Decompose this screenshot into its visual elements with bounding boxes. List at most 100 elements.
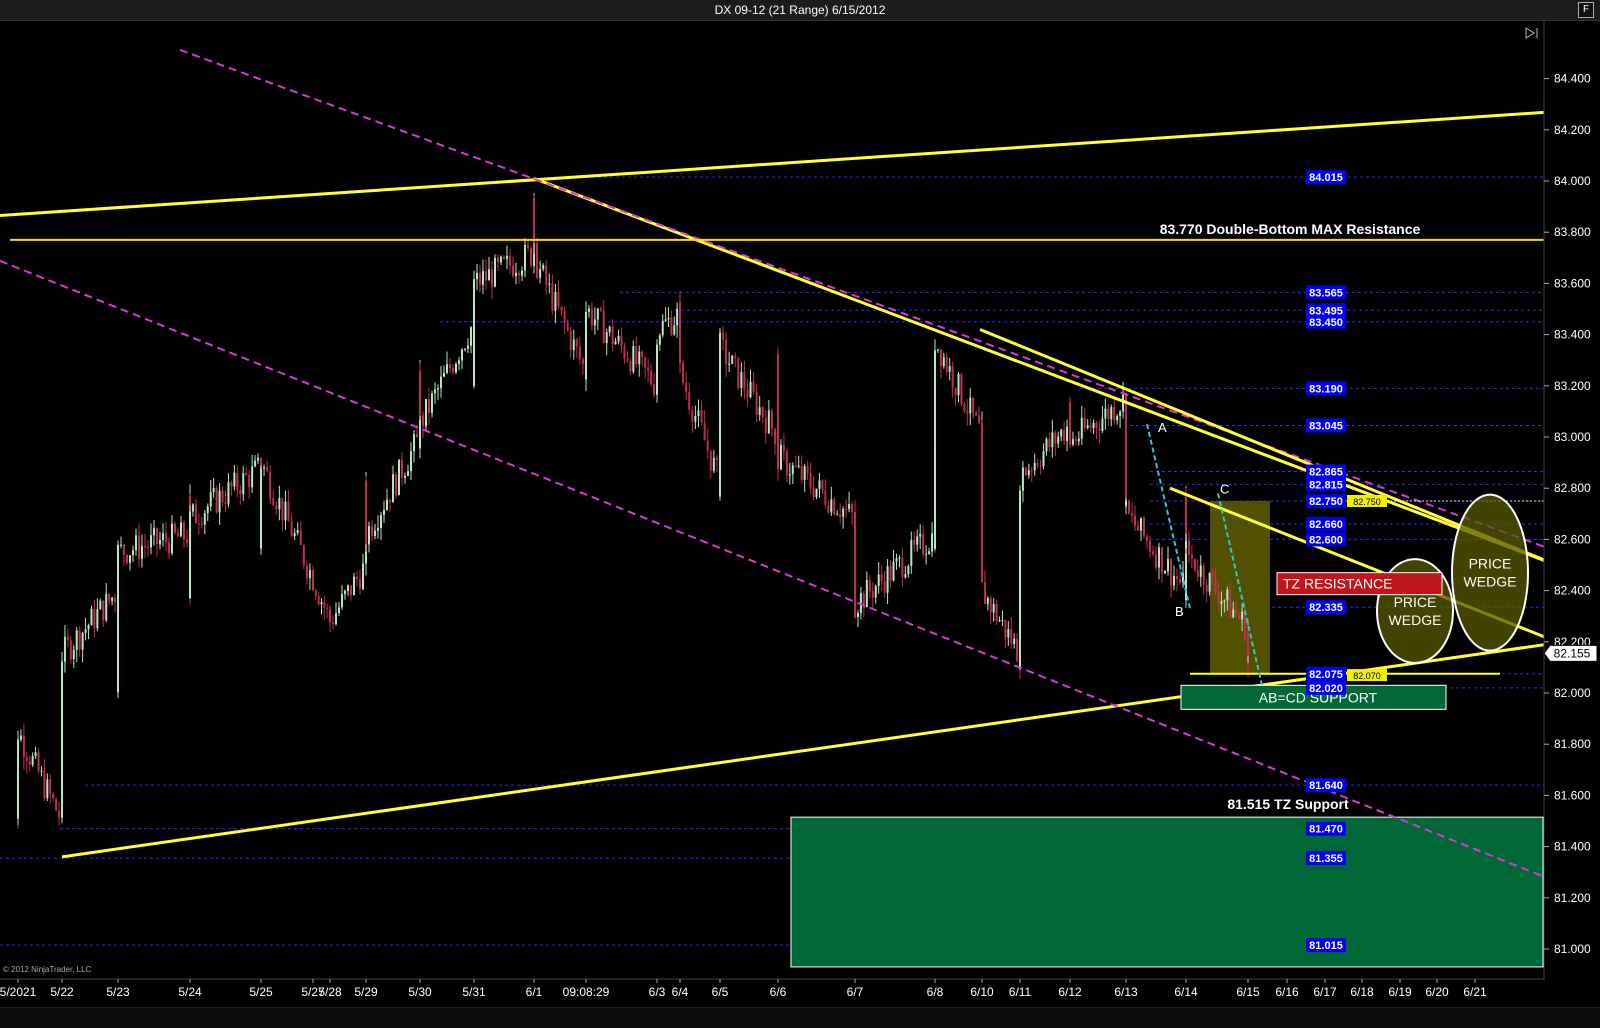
- candle-body: [928, 551, 931, 554]
- y-tick-label: 81.800: [1554, 737, 1591, 751]
- candle-body: [1074, 439, 1077, 442]
- candle-body: [63, 636, 66, 662]
- candle-body: [951, 365, 954, 389]
- pattern-point-b: B: [1175, 604, 1184, 619]
- candle-body: [22, 735, 25, 758]
- candle-body: [473, 341, 475, 387]
- candle-body: [682, 363, 685, 383]
- candle-body: [132, 550, 134, 556]
- candle-body: [43, 770, 46, 799]
- candle-body: [981, 503, 983, 583]
- candle-body: [563, 310, 566, 324]
- y-tick-label: 84.200: [1554, 123, 1591, 137]
- candle-body: [758, 407, 761, 415]
- candle-body: [281, 498, 284, 521]
- candle-body: [129, 555, 131, 563]
- y-tick-label: 81.200: [1554, 891, 1591, 905]
- x-tick-label: 6/11: [1009, 985, 1032, 999]
- candle-body: [764, 417, 767, 434]
- candle-body: [215, 488, 218, 513]
- candle-body: [827, 505, 830, 513]
- small-price-tag-text: 82.750: [1353, 497, 1381, 507]
- x-tick-label: 09:08:29: [563, 985, 610, 999]
- candle-body: [437, 388, 439, 390]
- candle-body: [449, 364, 451, 369]
- candle-body: [1244, 611, 1247, 640]
- candle-body: [995, 603, 998, 622]
- candle-body: [1092, 422, 1095, 428]
- candle-body: [812, 487, 815, 498]
- candle-body: [81, 632, 84, 650]
- y-tick-label: 81.400: [1554, 840, 1591, 854]
- candle-body: [1051, 432, 1054, 448]
- candle-body: [512, 265, 514, 276]
- candle-body: [55, 798, 58, 811]
- candle-body: [58, 810, 61, 818]
- candle-body: [602, 310, 605, 344]
- candle-body: [856, 612, 859, 618]
- skip-forward-icon[interactable]: [1525, 27, 1538, 39]
- candle-body: [17, 739, 19, 769]
- candle-body: [542, 265, 545, 269]
- candle-body: [1060, 429, 1063, 437]
- candle-body: [676, 308, 679, 326]
- candle-body: [1158, 547, 1160, 568]
- candle-body: [851, 504, 854, 512]
- y-tick-label: 82.000: [1554, 686, 1591, 700]
- price-level-text: 82.075: [1309, 669, 1343, 681]
- candle-body: [590, 308, 593, 326]
- candle-body: [338, 607, 340, 614]
- candle-body: [839, 514, 842, 517]
- candle-body: [664, 319, 667, 321]
- candle-body: [815, 488, 818, 498]
- x-tick-label: 5/28: [318, 985, 342, 999]
- candle-body: [998, 620, 1001, 622]
- candle-body: [963, 404, 966, 412]
- price-level-text: 82.020: [1309, 683, 1343, 695]
- pattern-point-a: A: [1158, 420, 1167, 435]
- last-price-text: 82.155: [1554, 646, 1591, 660]
- candle-body: [491, 269, 493, 287]
- candle-body: [1167, 559, 1169, 572]
- x-tick-label: 6/15: [1236, 985, 1260, 999]
- candle-body: [96, 609, 99, 629]
- candle-body: [734, 355, 737, 358]
- candle-body: [17, 768, 19, 819]
- candle-body: [694, 416, 697, 422]
- candle-body: [653, 384, 656, 395]
- candle-body: [1235, 609, 1238, 615]
- candle-body: [329, 608, 331, 623]
- float-button[interactable]: F: [1578, 2, 1594, 18]
- price-level-text: 81.470: [1309, 824, 1343, 836]
- candle-body: [942, 357, 945, 367]
- candle-body: [746, 389, 749, 398]
- price-chart[interactable]: ABCD 83.770 Double-Bottom MAX Resistance…: [0, 20, 1600, 1007]
- candle-body: [356, 576, 358, 580]
- candle-body: [452, 368, 454, 373]
- y-tick-label: 84.400: [1554, 72, 1591, 86]
- candle-body: [527, 244, 529, 248]
- x-tick-label: 6/13: [1114, 985, 1138, 999]
- candle-body: [992, 603, 995, 613]
- candle-body: [1152, 551, 1154, 555]
- price-level-text: 82.335: [1309, 602, 1343, 614]
- candle-body: [467, 345, 469, 349]
- candle-body: [854, 599, 856, 618]
- candle-body: [806, 466, 809, 474]
- y-tick-label: 83.200: [1554, 379, 1591, 393]
- candle-body: [341, 593, 343, 608]
- candle-body: [221, 490, 224, 503]
- candle-body: [1027, 470, 1030, 476]
- candle-body: [1071, 439, 1074, 445]
- plot-area: ABCD 83.770 Double-Bottom MAX Resistance…: [0, 49, 1544, 968]
- candle-body: [898, 557, 901, 559]
- candle-body: [545, 265, 548, 285]
- candle-body: [629, 361, 632, 372]
- candle-body: [290, 521, 293, 537]
- candle-body: [1063, 429, 1066, 441]
- candle-body: [907, 565, 910, 575]
- candle-body: [551, 283, 554, 311]
- candle-body: [521, 270, 523, 276]
- candle-body: [257, 457, 260, 461]
- candle-body: [389, 499, 391, 503]
